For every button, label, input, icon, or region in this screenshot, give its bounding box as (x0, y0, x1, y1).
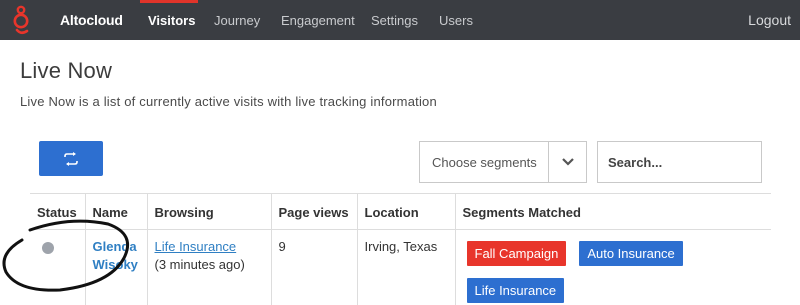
column-header-segments-matched[interactable]: Segments Matched (454, 193, 771, 230)
choose-segments-dropdown[interactable]: Choose segments (419, 141, 587, 183)
logout-link[interactable]: Logout (748, 12, 791, 28)
active-nav-indicator (140, 0, 198, 3)
browsing-cell: Life Insurance (3 minutes ago) (146, 229, 271, 305)
table-row[interactable]: Glenda Wisoky Life Insurance (3 minutes … (30, 229, 771, 305)
page-views-value: 9 (278, 239, 286, 254)
nav-item-visitors[interactable]: Visitors (148, 13, 195, 28)
browsing-page-link[interactable]: Life Insurance (155, 238, 264, 256)
segment-badge-life-insurance[interactable]: Life Insurance (466, 278, 565, 303)
nav-item-settings[interactable]: Settings (371, 13, 418, 28)
column-header-location[interactable]: Location (356, 193, 455, 230)
live-visits-table: Status Name Browsing Page views Location… (30, 193, 771, 305)
browsing-time: (3 minutes ago) (154, 257, 245, 272)
dropdown-divider (548, 142, 549, 182)
location-cell: Irving, Texas (356, 229, 455, 305)
name-cell: Glenda Wisoky (84, 229, 147, 305)
column-header-status[interactable]: Status (30, 193, 85, 230)
location-value: Irving, Texas (364, 239, 438, 254)
page-views-cell: 9 (270, 229, 357, 305)
nav-item-engagement[interactable]: Engagement (281, 13, 355, 28)
column-header-browsing[interactable]: Browsing (146, 193, 271, 230)
table-header-row: Status Name Browsing Page views Location… (30, 193, 771, 230)
page-title: Live Now (20, 58, 113, 83)
search-input[interactable] (597, 141, 762, 183)
status-cell (30, 230, 85, 305)
refresh-icon (64, 151, 78, 166)
brand-name: Altocloud (60, 12, 123, 28)
chevron-down-icon[interactable] (560, 154, 576, 170)
choose-segments-label: Choose segments (432, 155, 537, 170)
visitor-name-link[interactable]: Glenda Wisoky (93, 238, 140, 274)
visitor-first-name: Glenda (92, 239, 137, 254)
status-indicator-icon (42, 242, 54, 254)
altocloud-logo-icon[interactable] (8, 4, 38, 36)
segments-cell: Fall Campaign Auto Insurance Life Insuran… (454, 229, 771, 305)
refresh-button[interactable] (39, 141, 103, 176)
nav-item-journey[interactable]: Journey (214, 13, 260, 28)
column-header-name[interactable]: Name (84, 193, 147, 230)
column-header-page-views[interactable]: Page views (270, 193, 357, 230)
visitor-last-name: Wisoky (92, 257, 138, 272)
segment-badge-fall-campaign[interactable]: Fall Campaign (466, 241, 567, 266)
top-navigation-bar: Altocloud Visitors Journey Engagement Se… (0, 0, 800, 40)
nav-item-users[interactable]: Users (439, 13, 473, 28)
segment-badge-auto-insurance[interactable]: Auto Insurance (579, 241, 683, 266)
page-description: Live Now is a list of currently active v… (20, 94, 437, 109)
